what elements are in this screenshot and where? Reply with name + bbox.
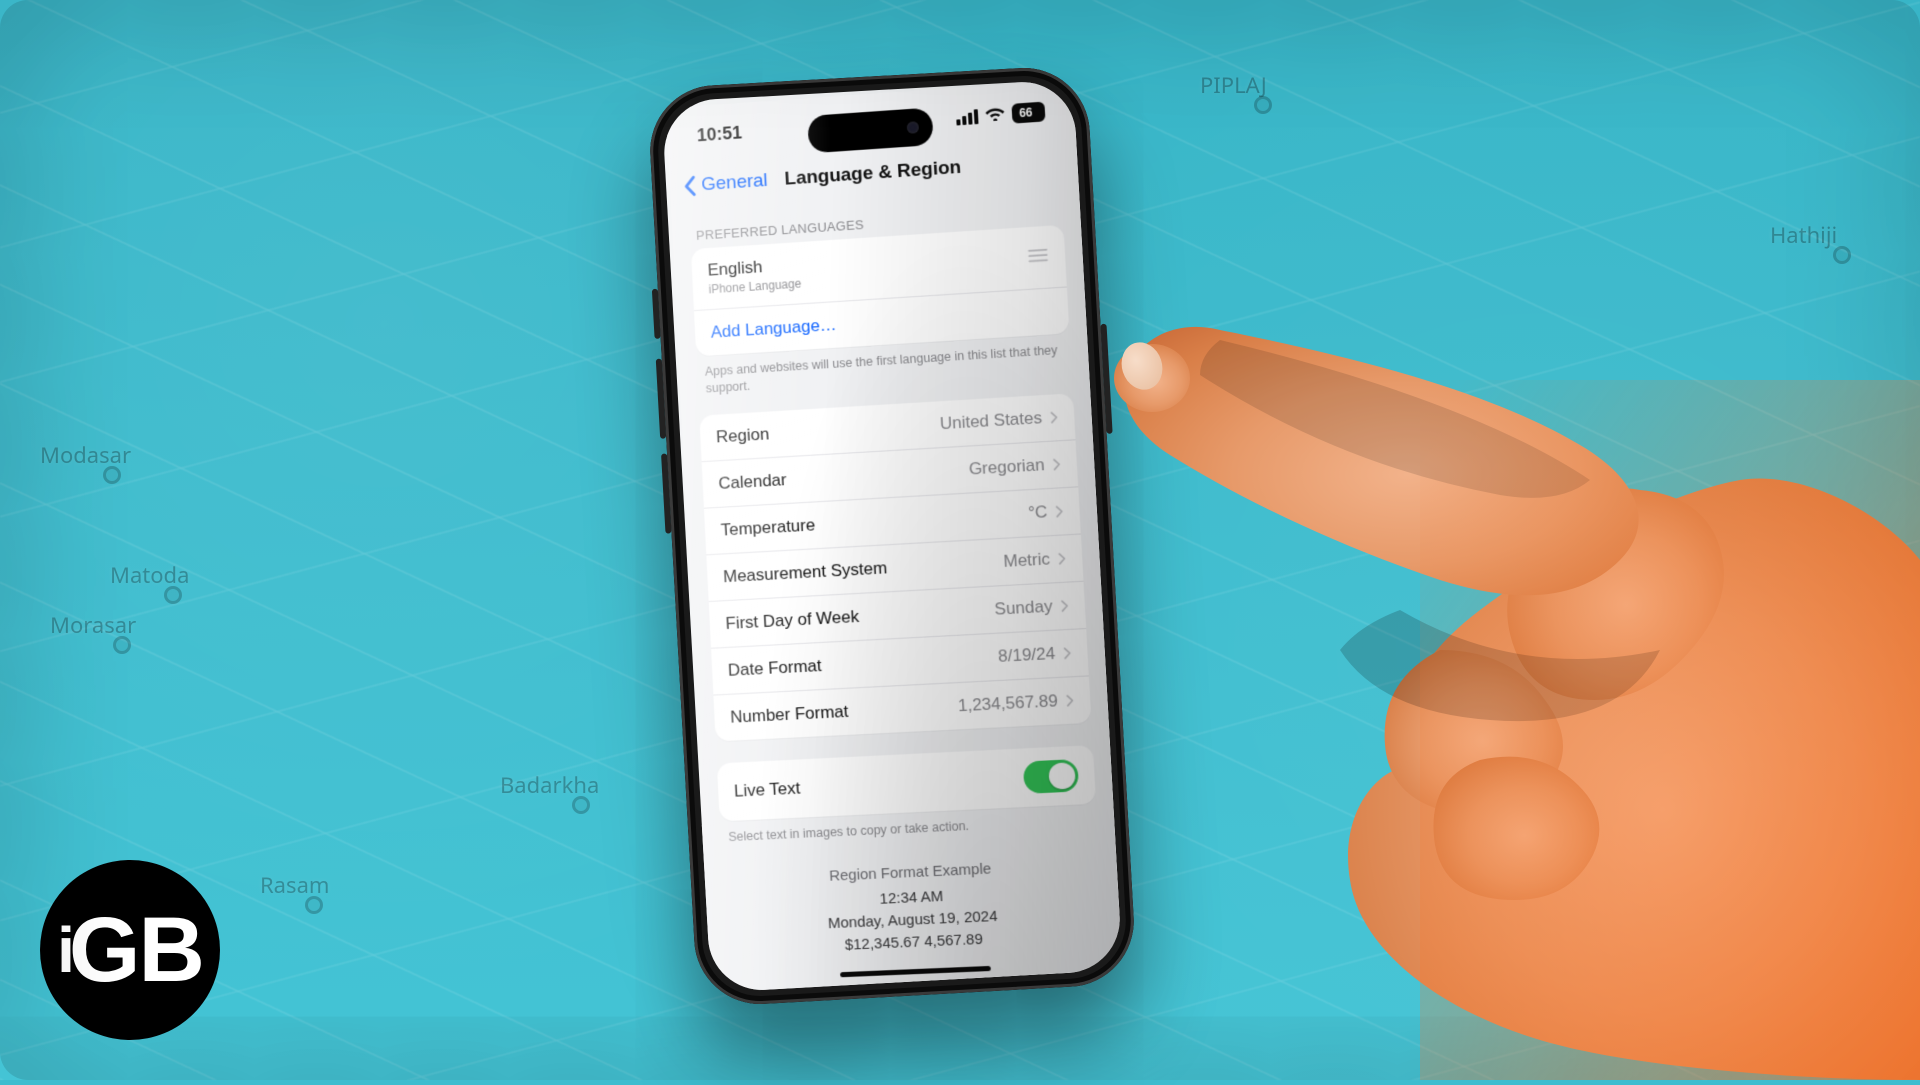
- map-marker-icon: [1817, 796, 1835, 814]
- chevron-right-icon: [1052, 457, 1061, 471]
- row-label: Calendar: [718, 470, 787, 494]
- page-title: Language & Region: [784, 156, 962, 190]
- battery-icon: 66: [1012, 102, 1046, 124]
- region-format-example: Region Format Example 12:34 AM Monday, A…: [722, 853, 1104, 961]
- row-label: Temperature: [720, 515, 815, 540]
- chevron-right-icon: [1050, 410, 1059, 424]
- map-marker-icon: [164, 586, 182, 604]
- row-value: United States: [939, 408, 1042, 434]
- row-label: Region: [716, 424, 770, 447]
- map-marker-icon: [572, 796, 590, 814]
- row-value: Sunday: [994, 596, 1053, 619]
- preferred-languages-group: English iPhone Language Add Language…: [691, 225, 1070, 357]
- row-label: Number Format: [730, 702, 849, 728]
- chevron-right-icon: [1058, 551, 1067, 566]
- chevron-right-icon: [1055, 504, 1064, 518]
- live-text-toggle[interactable]: [1023, 759, 1079, 794]
- chevron-right-icon: [1066, 693, 1075, 708]
- map-marker-icon: [1833, 246, 1851, 264]
- add-language-label: Add Language…: [710, 315, 837, 343]
- row-value: °C: [1028, 502, 1048, 523]
- map-marker-icon: [103, 466, 121, 484]
- row-value: 8/19/24: [998, 644, 1056, 667]
- region-settings-group: Region United States Calendar Gregorian Temp…: [699, 393, 1091, 741]
- igb-logo: iGB: [40, 860, 220, 1040]
- clock: 10:51: [696, 122, 742, 146]
- chevron-left-icon: [683, 174, 698, 197]
- wifi-icon: [985, 104, 1006, 126]
- row-value: Gregorian: [968, 455, 1045, 479]
- map-marker-icon: [1254, 96, 1272, 114]
- row-label: Date Format: [727, 656, 822, 681]
- back-button[interactable]: General: [683, 170, 768, 197]
- map-marker-icon: [1835, 656, 1853, 674]
- chevron-right-icon: [1060, 598, 1069, 613]
- row-label: First Day of Week: [725, 607, 860, 634]
- chevron-right-icon: [1063, 646, 1072, 661]
- iphone: 10:51 66 General Language & Region PREFE…: [647, 64, 1138, 1007]
- back-label: General: [701, 170, 768, 196]
- cellular-icon: [956, 109, 979, 125]
- row-value: Metric: [1003, 549, 1051, 572]
- row-label: Measurement System: [723, 558, 888, 587]
- row-value: 1,234,567.89: [957, 691, 1058, 716]
- reorder-handle-icon[interactable]: [1027, 247, 1050, 268]
- map-marker-icon: [305, 896, 323, 914]
- map-marker-icon: [113, 636, 131, 654]
- live-text-label: Live Text: [734, 778, 801, 801]
- map-marker-icon: [1772, 1006, 1790, 1024]
